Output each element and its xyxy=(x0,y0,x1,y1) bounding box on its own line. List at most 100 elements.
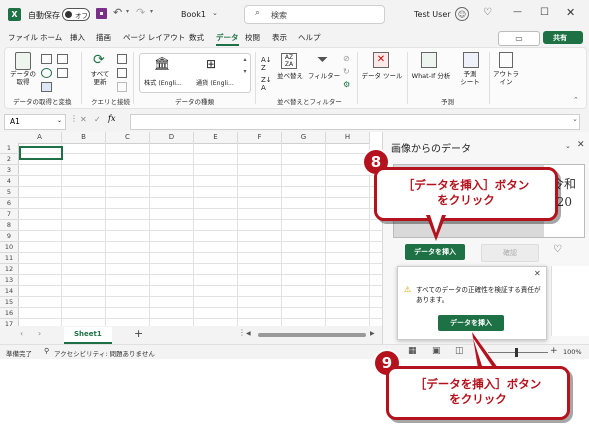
prev-sheet-icon[interactable]: ‹ xyxy=(20,329,23,338)
sheet-options-icon[interactable]: ⋮ xyxy=(238,328,246,337)
reapply-icon[interactable]: ↻ xyxy=(343,67,350,76)
tab-page-layout[interactable]: ページ レイアウト xyxy=(123,32,185,43)
sort-button[interactable]: 並べ替え xyxy=(275,72,305,80)
undo-icon[interactable]: ↶ xyxy=(113,6,122,19)
hscroll-right-icon[interactable]: ▶ xyxy=(370,330,375,337)
gallery-down-icon[interactable]: ▾ xyxy=(241,65,249,77)
recent-sources-icon[interactable] xyxy=(57,54,68,64)
popup-close-icon[interactable]: ✕ xyxy=(534,269,541,278)
gallery-up-icon[interactable]: ▴ xyxy=(241,53,249,65)
row-header[interactable]: 2 xyxy=(0,154,19,165)
book-dropdown-icon[interactable]: ⌄ xyxy=(212,9,218,17)
insert-function-icon[interactable]: fx xyxy=(108,114,115,123)
insert-data-confirm-button[interactable]: データを挿入 xyxy=(438,315,504,331)
row-header[interactable]: 11 xyxy=(0,253,19,264)
lightbulb-icon[interactable]: ♡ xyxy=(483,7,492,18)
advanced-filter-icon[interactable]: ⚙ xyxy=(343,80,350,89)
row-header[interactable]: 1 xyxy=(0,143,19,154)
sort-asc-icon[interactable]: A↓ Z xyxy=(261,56,272,72)
zoom-in-icon[interactable]: + xyxy=(550,346,558,356)
tab-help[interactable]: ヘルプ xyxy=(298,32,321,43)
existing-connections-icon[interactable] xyxy=(57,68,68,78)
accessibility-status[interactable]: アクセシビリティ: 問題ありません xyxy=(54,348,155,358)
column-header[interactable]: D xyxy=(150,132,194,144)
name-box[interactable]: A1 ⌄ xyxy=(4,114,66,130)
redo-icon[interactable]: ↷ xyxy=(136,6,145,19)
row-header[interactable]: 6 xyxy=(0,198,19,209)
row-header[interactable]: 12 xyxy=(0,264,19,275)
avatar[interactable]: ☺ xyxy=(455,7,469,21)
active-cell-a1[interactable] xyxy=(19,146,63,160)
cancel-formula-icon[interactable]: ✕ xyxy=(80,115,87,124)
tab-file[interactable]: ファイル xyxy=(8,32,38,43)
column-header[interactable]: G xyxy=(282,132,326,144)
tab-insert[interactable]: 挿入 xyxy=(70,32,85,43)
row-header[interactable]: 7 xyxy=(0,209,19,220)
get-data-button[interactable]: データの 取得 xyxy=(9,70,37,86)
normal-view-icon[interactable]: ▦ xyxy=(408,346,417,356)
pane-close-icon[interactable]: ✕ xyxy=(577,140,585,150)
expand-formula-icon[interactable]: ⌄ xyxy=(572,115,578,123)
forecast-sheet-button[interactable]: 予測 シート xyxy=(457,70,483,86)
edit-links-icon[interactable] xyxy=(117,82,127,92)
zoom-level[interactable]: 100% xyxy=(563,348,582,356)
outline-button[interactable]: アウトラ イン xyxy=(491,70,521,86)
search-box[interactable]: ⌕ 検索 xyxy=(244,5,385,24)
data-types-gallery[interactable]: 🏛 株式 (Engli... ⊞ 通貨 (Engli... xyxy=(139,53,251,93)
minimize-icon[interactable]: — xyxy=(513,7,522,17)
clear-filter-icon[interactable]: ⊘ xyxy=(343,54,350,63)
tab-draw[interactable]: 描画 xyxy=(96,32,111,43)
page-layout-view-icon[interactable]: ▣ xyxy=(432,346,441,356)
add-sheet-icon[interactable]: + xyxy=(134,327,143,340)
tab-formulas[interactable]: 数式 xyxy=(189,32,204,43)
currency-type-label[interactable]: 通貨 (Engli... xyxy=(196,78,234,87)
filter-button[interactable]: フィルター xyxy=(307,72,341,80)
worksheet-grid[interactable]: ABCDEFGH 1 2 3 4 5 6 7 8 9 10 11 12 13 14 15 16 17 xyxy=(0,132,382,326)
column-header[interactable]: H xyxy=(326,132,370,144)
hscroll-left-icon[interactable]: ◀ xyxy=(246,330,251,337)
tab-view[interactable]: 表示 xyxy=(272,32,287,43)
close-icon[interactable]: ✕ xyxy=(566,6,575,19)
column-header[interactable]: B xyxy=(62,132,106,144)
horizontal-scrollbar[interactable] xyxy=(258,333,366,337)
autosave-toggle[interactable]: オフ xyxy=(62,8,90,21)
row-header[interactable]: 17 xyxy=(0,319,19,326)
tab-review[interactable]: 校閲 xyxy=(245,32,260,43)
pane-options-icon[interactable]: ⌄ xyxy=(565,142,571,150)
formula-more-icon[interactable]: ⋮ xyxy=(70,114,78,123)
comment-button[interactable]: ▭ xyxy=(498,31,540,46)
sort-desc-icon[interactable]: Z↓ A xyxy=(261,76,272,92)
row-header[interactable]: 13 xyxy=(0,275,19,286)
share-button[interactable]: 共有 xyxy=(543,31,583,44)
from-text-icon[interactable] xyxy=(41,54,52,64)
enter-formula-icon[interactable]: ✓ xyxy=(94,115,101,124)
save-icon[interactable]: ▪ xyxy=(96,8,107,19)
qat-more-icon[interactable]: ▾ xyxy=(150,8,153,15)
sheet-tab-sheet1[interactable]: Sheet1 xyxy=(64,327,112,344)
properties-icon[interactable] xyxy=(117,68,127,78)
column-header[interactable]: F xyxy=(238,132,282,144)
row-header[interactable]: 16 xyxy=(0,308,19,319)
data-tools-button[interactable]: データ ツール xyxy=(361,72,403,80)
zoom-slider-thumb[interactable] xyxy=(515,348,518,357)
column-header[interactable]: E xyxy=(194,132,238,144)
maximize-icon[interactable]: ☐ xyxy=(540,7,549,18)
next-sheet-icon[interactable]: › xyxy=(38,329,41,338)
stock-type-label[interactable]: 株式 (Engli... xyxy=(144,78,182,87)
tab-data[interactable]: データ xyxy=(216,32,239,46)
row-header[interactable]: 5 xyxy=(0,187,19,198)
column-header[interactable]: C xyxy=(106,132,150,144)
from-web-icon[interactable] xyxy=(41,68,52,78)
queries-icon[interactable] xyxy=(117,54,127,64)
review-button[interactable]: 確認 xyxy=(481,244,539,262)
whatif-button[interactable]: What-If 分析 xyxy=(409,72,453,80)
from-table-icon[interactable] xyxy=(41,82,52,92)
formula-input[interactable] xyxy=(130,114,580,130)
column-header[interactable]: A xyxy=(18,132,62,144)
row-header[interactable]: 8 xyxy=(0,220,19,231)
row-header[interactable]: 10 xyxy=(0,242,19,253)
refresh-all-button[interactable]: すべて 更新 xyxy=(87,70,113,86)
row-header[interactable]: 15 xyxy=(0,297,19,308)
row-header[interactable]: 9 xyxy=(0,231,19,242)
row-header[interactable]: 14 xyxy=(0,286,19,297)
